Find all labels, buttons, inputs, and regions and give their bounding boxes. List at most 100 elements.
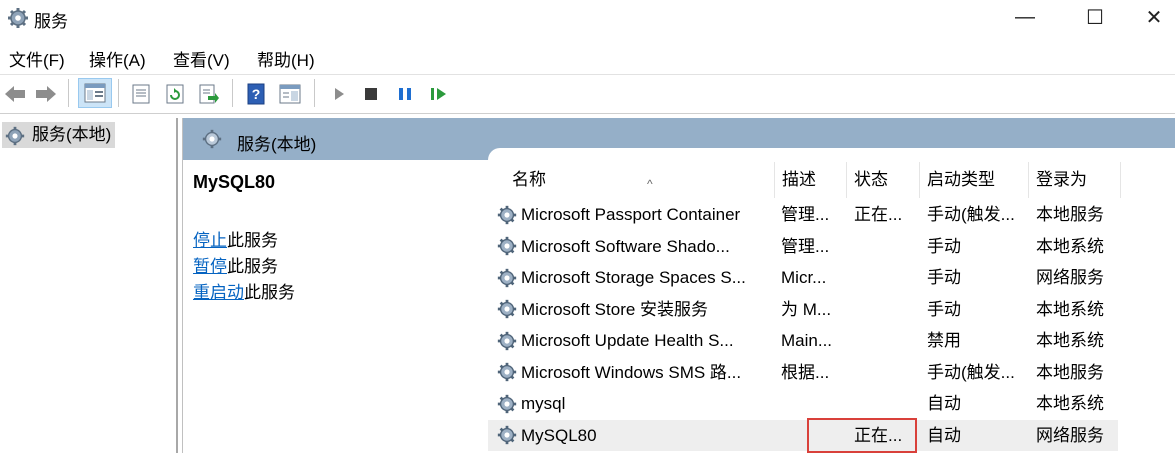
service-logon-cell: 本地系统: [1036, 299, 1104, 319]
action-stop: 停止此服务: [193, 226, 278, 251]
table-row[interactable]: Microsoft Windows SMS 路... 根据... 手动(触发... 本…: [488, 357, 1118, 388]
column-header-status[interactable]: 状态: [847, 162, 920, 198]
service-gear-icon: [497, 331, 517, 350]
toolbar: ?: [0, 74, 1175, 114]
table-row[interactable]: mysql 自动 本地系统: [488, 388, 1118, 419]
service-name-cell: Microsoft Update Health S...: [496, 325, 766, 356]
selected-service-name: MySQL80: [193, 172, 276, 192]
service-gear-icon: [497, 299, 517, 319]
service-name-cell: Microsoft Windows SMS 路...: [496, 357, 766, 388]
service-logon-cell: 本地系统: [1036, 236, 1104, 256]
services-gear-icon: [5, 126, 25, 146]
service-name: MySQL80: [521, 425, 597, 445]
service-desc-cell: Micr...: [781, 268, 827, 287]
column-header-logon-as[interactable]: 登录为: [1029, 162, 1121, 198]
action-pause: 暂停此服务: [193, 252, 278, 277]
column-header-label: 名称: [512, 170, 546, 189]
service-gear-icon: [497, 205, 517, 224]
service-logon-cell: 网络服务: [1036, 268, 1104, 287]
service-name-cell: mysql: [496, 388, 766, 419]
tree-item-label: 服务(本地): [32, 125, 112, 144]
window-title: 服务: [34, 12, 68, 31]
service-status-cell: [854, 294, 918, 325]
service-gear-icon: [497, 236, 517, 256]
column-header-description[interactable]: 描述: [775, 162, 847, 198]
console-view-icon[interactable]: [277, 81, 303, 107]
action-suffix: 此服务: [227, 231, 278, 250]
show-hide-tree-icon[interactable]: [78, 78, 112, 108]
services-pane: 服务(本地) MySQL80 停止此服务 暂停此服务 重启动此服务 ^ 名称 描…: [182, 118, 1175, 453]
pause-service-icon[interactable]: [392, 81, 418, 107]
maximize-icon: ☐: [1086, 6, 1104, 29]
action-restart: 重启动此服务: [193, 278, 295, 303]
stop-service-icon[interactable]: [358, 81, 384, 107]
service-startup-cell: 手动(触发...: [927, 205, 1015, 224]
service-name: Microsoft Store 安装服务: [521, 299, 709, 319]
menu-view[interactable]: 查看(V): [173, 46, 230, 71]
column-header-label: 登录为: [1036, 170, 1087, 189]
service-startup-cell: 手动(触发...: [927, 362, 1015, 382]
service-status-cell: [854, 231, 918, 262]
close-button[interactable]: ✕: [1133, 0, 1175, 34]
service-desc-cell: Main...: [781, 331, 833, 350]
service-startup-cell: 自动: [927, 425, 961, 445]
services-gear-icon: [202, 129, 222, 149]
stop-service-link[interactable]: 停止: [193, 231, 227, 250]
toolbar-separator: [232, 79, 233, 107]
service-name-cell: MySQL80: [496, 420, 766, 451]
column-header-label: 状态: [854, 170, 888, 189]
tree-item-services-local[interactable]: 服务(本地): [2, 122, 116, 148]
help-icon[interactable]: ?: [243, 81, 269, 107]
service-desc-cell: 根据...: [781, 362, 830, 382]
menu-file[interactable]: 文件(F): [9, 46, 65, 71]
service-status-cell: [854, 325, 918, 356]
vertical-scrollbar[interactable]: [1168, 168, 1174, 453]
properties-icon[interactable]: [128, 81, 154, 107]
close-icon: ✕: [1145, 6, 1163, 29]
table-row[interactable]: Microsoft Update Health S... Main... 禁用 本地系…: [488, 325, 1118, 356]
toolbar-separator: [118, 79, 119, 107]
status-highlight-box: [807, 418, 917, 453]
service-name-cell: Microsoft Storage Spaces S...: [496, 262, 766, 293]
service-startup-cell: 手动: [927, 268, 961, 287]
export-list-icon[interactable]: [196, 81, 222, 107]
console-tree: 服务(本地): [0, 118, 178, 453]
service-detail-panel: MySQL80 停止此服务 暂停此服务 重启动此服务: [183, 160, 488, 453]
pause-service-link[interactable]: 暂停: [193, 257, 227, 276]
table-row[interactable]: Microsoft Passport Container 管理... 正在... 手动…: [488, 199, 1118, 230]
maximize-button[interactable]: ☐: [1066, 0, 1124, 34]
service-startup-cell: 自动: [927, 394, 961, 413]
service-logon-cell: 本地服务: [1036, 362, 1104, 382]
action-suffix: 此服务: [227, 257, 278, 276]
minimize-icon: —: [1015, 5, 1035, 28]
service-logon-cell: 本地系统: [1036, 394, 1104, 413]
forward-arrow-icon[interactable]: [33, 81, 59, 107]
restart-service-icon[interactable]: [426, 81, 452, 107]
table-row[interactable]: Microsoft Storage Spaces S... Micr... 手动 网络…: [488, 262, 1118, 293]
service-name: Microsoft Storage Spaces S...: [521, 268, 746, 287]
column-header-startup-type[interactable]: 启动类型: [920, 162, 1029, 198]
service-name: Microsoft Passport Container: [521, 205, 741, 224]
service-logon-cell: 本地系统: [1036, 331, 1104, 350]
minimize-button[interactable]: —: [996, 0, 1054, 34]
service-gear-icon: [497, 425, 517, 445]
service-startup-cell: 手动: [927, 299, 961, 319]
service-name: mysql: [521, 394, 566, 413]
service-name: Microsoft Windows SMS 路...: [521, 362, 742, 382]
title-bar: 服务 — ☐ ✕: [0, 0, 1175, 36]
table-row[interactable]: Microsoft Store 安装服务 为 M... 手动 本地系统: [488, 294, 1118, 325]
menu-action[interactable]: 操作(A): [89, 46, 146, 71]
service-status-cell: [854, 357, 918, 388]
service-logon-cell: 本地服务: [1036, 205, 1104, 224]
column-header-name[interactable]: ^ 名称: [505, 162, 775, 198]
refresh-icon[interactable]: [162, 81, 188, 107]
services-gear-icon: [8, 8, 28, 28]
start-service-icon[interactable]: [326, 81, 352, 107]
services-list: ^ 名称 描述 状态 启动类型 登录为 Microsoft Passport C…: [488, 148, 1175, 453]
back-arrow-icon[interactable]: [2, 81, 28, 107]
menu-help[interactable]: 帮助(H): [257, 46, 315, 71]
table-row[interactable]: MySQL80 正在... 自动 网络服务: [488, 419, 1118, 451]
table-row[interactable]: Microsoft Software Shado... 管理... 手动 本地系统: [488, 231, 1118, 262]
toolbar-separator: [314, 79, 315, 107]
restart-service-link[interactable]: 重启动: [193, 283, 244, 302]
